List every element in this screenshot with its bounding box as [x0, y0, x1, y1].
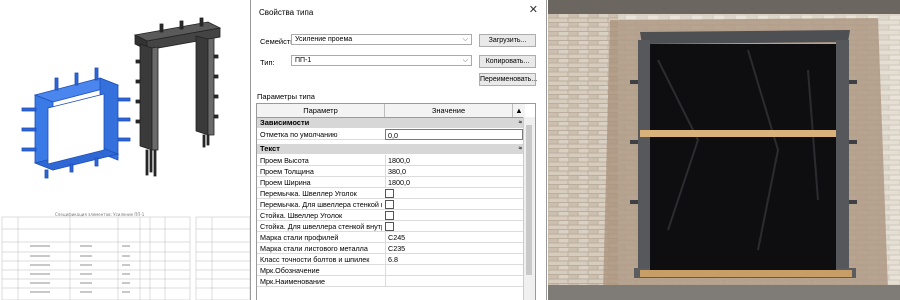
param-value[interactable]: 1800,0	[385, 177, 523, 187]
param-value[interactable]: 380,0	[385, 166, 523, 176]
group-dependencies[interactable]: Зависимости ≈	[257, 118, 525, 128]
family-select-value: Усиление проема	[295, 36, 353, 43]
param-name: Мрк.Обозначение	[260, 266, 320, 275]
grid-scrollbar[interactable]	[523, 117, 535, 300]
steel-frame-model	[133, 17, 222, 177]
param-value[interactable]: 6.8	[385, 254, 523, 264]
param-name: Перемычка. Для швеллера стенкой наружу	[260, 200, 382, 209]
param-row[interactable]: Марка стали листового металла С235	[257, 243, 525, 254]
collapse-icon[interactable]: ≈	[519, 144, 522, 154]
param-row[interactable]: Мрк.Наименование	[257, 276, 525, 287]
load-button[interactable]: Загрузить...	[479, 34, 536, 47]
param-name: Мрк.Наименование	[260, 277, 325, 286]
type-properties-dialog: Свойства типа ✕ Семейство: Усиление прое…	[250, 0, 547, 300]
collapse-icon[interactable]: ≈	[519, 118, 522, 128]
type-select-value: ПП-1	[295, 57, 312, 64]
dialog-title: Свойства типа	[259, 8, 314, 17]
grid-header: Параметр Значение ▲	[257, 104, 525, 118]
param-name: Стойка. Швеллер Уголок	[260, 211, 343, 220]
param-value[interactable]: С235	[385, 243, 523, 253]
param-value[interactable]	[385, 265, 523, 275]
column-header-value[interactable]: Значение	[385, 104, 513, 117]
param-checkbox[interactable]	[385, 222, 394, 231]
parameters-grid: Параметр Значение ▲ Зависимости ≈ Отметк…	[256, 103, 536, 300]
param-value[interactable]	[385, 276, 523, 286]
close-icon[interactable]: ✕	[529, 5, 538, 16]
scrollbar-thumb[interactable]	[526, 125, 532, 275]
param-name: Марка стали профилей	[260, 233, 339, 242]
group-label: Зависимости	[260, 118, 310, 127]
chevron-down-icon: ⌵	[462, 36, 468, 43]
param-row[interactable]: Проем Высота 1800,0	[257, 155, 525, 166]
param-row[interactable]: Марка стали профилей С245	[257, 232, 525, 243]
param-row[interactable]: Отметка по умолчанию 0,0	[257, 129, 525, 140]
param-value[interactable]: 0,0	[385, 129, 523, 140]
type-select[interactable]: ПП-1 ⌵	[291, 55, 472, 66]
schedule-table-lines	[1, 216, 250, 300]
family-select[interactable]: Усиление проема ⌵	[291, 34, 472, 45]
column-header-parameter[interactable]: Параметр	[257, 104, 385, 117]
param-row[interactable]: Проем Ширина 1800,0	[257, 177, 525, 188]
param-name: Класс точности болтов и шпилек	[260, 255, 370, 264]
schedule-sheet: Спецификация элементов: Усиление ПП-1	[0, 200, 250, 300]
rename-button[interactable]: Переименовать...	[479, 73, 537, 86]
param-name: Проем Ширина	[260, 178, 311, 187]
param-row[interactable]: Перемычка. Швеллер Уголок	[257, 188, 525, 199]
param-checkbox[interactable]	[385, 211, 394, 220]
param-name: Перемычка. Швеллер Уголок	[260, 189, 357, 198]
param-row[interactable]: Мрк.Обозначение	[257, 265, 525, 276]
copy-button[interactable]: Копировать...	[479, 55, 536, 68]
dialog-titlebar: Свойства типа ✕	[251, 0, 546, 22]
param-row[interactable]: Перемычка. Для швеллера стенкой наружу	[257, 199, 525, 210]
param-name: Отметка по умолчанию	[260, 130, 338, 139]
chevron-down-icon: ⌵	[462, 57, 468, 64]
blue-frame-model	[21, 67, 131, 179]
group-label: Текст	[260, 144, 280, 153]
cad-3d-models	[21, 17, 222, 179]
param-row[interactable]: Проем Толщина 380,0	[257, 166, 525, 177]
param-checkbox[interactable]	[385, 200, 394, 209]
window-opening-photo	[548, 0, 900, 300]
param-checkbox[interactable]	[385, 189, 394, 198]
param-value[interactable]: С245	[385, 232, 523, 242]
param-name: Марка стали листового металла	[260, 244, 368, 253]
type-label: Тип:	[260, 58, 275, 67]
header-scroll-arrow: ▲	[515, 106, 523, 115]
param-row[interactable]: Класс точности болтов и шпилек 6.8	[257, 254, 525, 265]
param-row[interactable]: Стойка. Для швеллера стенкой внутрь	[257, 221, 525, 232]
param-row[interactable]: Стойка. Швеллер Уголок	[257, 210, 525, 221]
group-text[interactable]: Текст ≈	[257, 144, 525, 154]
site-photo	[548, 0, 900, 300]
param-name: Проем Высота	[260, 156, 309, 165]
param-value[interactable]: 1800,0	[385, 155, 523, 165]
param-name: Стойка. Для швеллера стенкой внутрь	[260, 222, 382, 231]
params-caption: Параметры типа	[257, 92, 315, 101]
cad-model-view: Спецификация элементов: Усиление ПП-1	[0, 0, 250, 300]
param-name: Проем Толщина	[260, 167, 314, 176]
